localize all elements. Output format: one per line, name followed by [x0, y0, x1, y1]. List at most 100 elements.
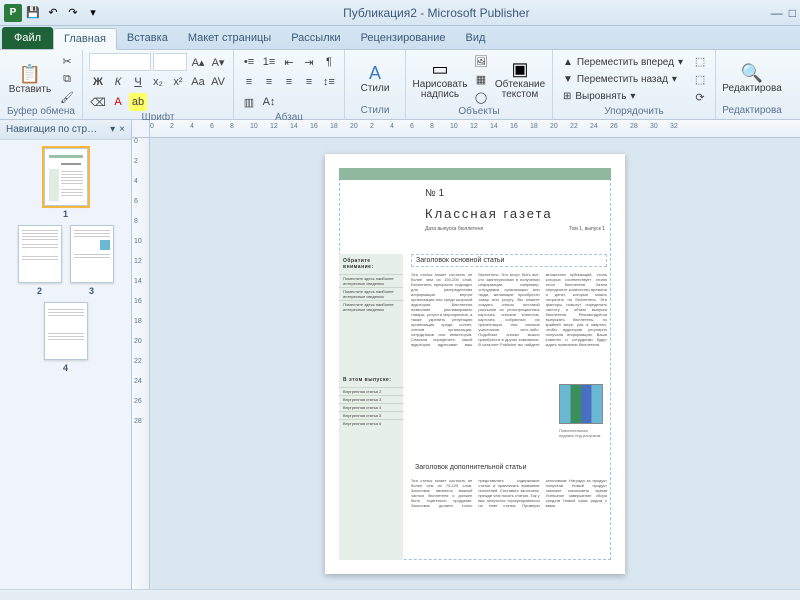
styles-button[interactable]: A Стили — [351, 53, 399, 105]
window-buttons: — □ — [771, 6, 796, 20]
clear-formatting-button[interactable]: ⌫ — [89, 93, 107, 111]
shrink-font-button[interactable]: A▾ — [209, 53, 227, 71]
increase-indent-button[interactable]: ⇥ — [300, 53, 318, 71]
line-spacing-button[interactable]: ↕≡ — [320, 73, 338, 91]
textbox-icon: ▭ — [431, 59, 448, 80]
ungroup-button[interactable]: ⬚ — [691, 70, 709, 88]
tab-view[interactable]: Вид — [456, 27, 496, 49]
tab-home[interactable]: Главная — [53, 28, 117, 50]
maximize-button[interactable]: □ — [789, 6, 796, 20]
highlight-button[interactable]: ab — [129, 93, 147, 111]
font-family-combo[interactable] — [89, 53, 151, 71]
underline-button[interactable]: Ч — [129, 73, 147, 91]
document-canvas[interactable]: № 1 Классная газета Дата выпуска бюллете… — [150, 138, 800, 589]
page-thumbnail-3[interactable] — [70, 225, 114, 283]
minimize-button[interactable]: — — [771, 6, 783, 20]
doc-subtitle-row: Дата выпуска бюллетеня Том 1, выпуск 1 — [425, 226, 605, 232]
format-painter-button[interactable]: 🖌 — [58, 88, 76, 106]
columns-button[interactable]: ▥ — [240, 93, 258, 111]
doc-image-caption[interactable]: Пояснительная подпись под рисунком — [559, 428, 603, 438]
group-objects-label: Объекты — [412, 106, 546, 118]
doc-issue-number[interactable]: № 1 — [425, 188, 444, 199]
draw-textbox-button[interactable]: ▭ Нарисовать надпись — [412, 53, 468, 105]
doc-headline-1[interactable]: Заголовок основной статьи — [411, 254, 607, 267]
ruler-corner — [132, 120, 150, 138]
char-spacing-button[interactable]: AV — [209, 73, 227, 91]
align-icon: ⊞ — [563, 91, 571, 102]
tab-review[interactable]: Рецензирование — [351, 27, 456, 49]
doc-sidebar-bullet: Поместите здесь наиболее интересные свед… — [339, 287, 403, 300]
change-case-button[interactable]: Aa — [189, 73, 207, 91]
pilcrow-button[interactable]: ¶ — [320, 53, 338, 71]
redo-icon[interactable]: ↷ — [64, 4, 82, 22]
insert-table-button[interactable]: ▦ — [472, 70, 490, 88]
doc-headline-2[interactable]: Заголовок дополнительной статьи — [411, 462, 607, 473]
nav-panel-dropdown-icon[interactable]: ▾ — [110, 124, 115, 135]
window-title: Публикация2 - Microsoft Publisher — [102, 6, 771, 20]
font-size-combo[interactable] — [153, 53, 187, 71]
align-center-button[interactable]: ≡ — [260, 73, 278, 91]
cut-button[interactable]: ✂ — [58, 52, 76, 70]
canvas-area: 0246810121416182024681012141618202224262… — [132, 120, 800, 589]
doc-body-2[interactable]: Эта статья может состоять не более чем и… — [411, 478, 607, 562]
save-icon[interactable]: 💾 — [24, 4, 42, 22]
numbering-button[interactable]: 1≡ — [260, 53, 278, 71]
vertical-ruler[interactable]: 0246810121416182022242628 — [132, 138, 150, 589]
rotate-button[interactable]: ⟳ — [691, 88, 709, 106]
doc-sidebar-head2: В этом выпуске: — [339, 373, 403, 387]
paste-button[interactable]: 📋 Вставить — [6, 53, 54, 105]
tab-mailings[interactable]: Рассылки — [281, 27, 350, 49]
doc-sidebar-bullet: Поместите здесь наиболее интересные свед… — [339, 300, 403, 313]
doc-body-1[interactable]: Эта статья может состоять не более чем и… — [411, 272, 607, 452]
align-button[interactable]: ⊞Выровнять ▾ — [559, 88, 687, 105]
group-objects-button[interactable]: ⬚ — [691, 52, 709, 70]
doc-sidebar[interactable]: Обратите внимание: Поместите здесь наибо… — [339, 254, 403, 560]
page-thumbnail-4[interactable] — [44, 302, 88, 360]
justify-button[interactable]: ≡ — [300, 73, 318, 91]
horizontal-scrollbar[interactable] — [0, 589, 800, 600]
copy-button[interactable]: ⧉ — [58, 70, 76, 88]
titlebar: P 💾 ↶ ↷ ▾ Публикация2 - Microsoft Publis… — [0, 0, 800, 26]
bold-button[interactable]: Ж — [89, 73, 107, 91]
page-thumbnail-2[interactable] — [18, 225, 62, 283]
bring-forward-button[interactable]: ▲Переместить вперед ▾ — [559, 54, 687, 71]
bullets-button[interactable]: •≡ — [240, 53, 258, 71]
insert-shape-button[interactable]: ◯ — [472, 88, 490, 106]
text-direction-button[interactable]: A↕ — [260, 93, 278, 111]
page-1[interactable]: № 1 Классная газета Дата выпуска бюллете… — [325, 154, 625, 574]
align-left-button[interactable]: ≡ — [240, 73, 258, 91]
tab-page-layout[interactable]: Макет страницы — [178, 27, 281, 49]
group-arrange-label: Упорядочить — [559, 106, 709, 118]
app-icon: P — [4, 4, 22, 22]
wrap-text-label: Обтекание текстом — [495, 80, 545, 100]
doc-toc-item: Внутренняя статья 2 — [339, 387, 403, 395]
doc-image-placeholder[interactable] — [559, 384, 603, 424]
align-right-button[interactable]: ≡ — [280, 73, 298, 91]
undo-icon[interactable]: ↶ — [44, 4, 62, 22]
group-styles-label: Стили — [351, 105, 399, 118]
file-tab[interactable]: Файл — [2, 27, 53, 49]
send-backward-button[interactable]: ▼Переместить назад ▾ — [559, 71, 687, 88]
italic-button[interactable]: К — [109, 73, 127, 91]
send-backward-label: Переместить назад — [577, 74, 668, 85]
horizontal-ruler[interactable]: 0246810121416182024681012141618202224262… — [150, 120, 800, 138]
ribbon-tabs: Файл Главная Вставка Макет страницы Расс… — [0, 26, 800, 50]
editing-button[interactable]: 🔍 Редактирова — [722, 53, 782, 105]
doc-date[interactable]: Дата выпуска бюллетеня — [425, 226, 483, 232]
superscript-button[interactable]: x² — [169, 73, 187, 91]
qat-customize-icon[interactable]: ▾ — [84, 4, 102, 22]
decrease-indent-button[interactable]: ⇤ — [280, 53, 298, 71]
nav-panel-close-icon[interactable]: × — [119, 124, 125, 135]
wrap-text-button[interactable]: ▣ Обтекание текстом — [494, 53, 546, 105]
doc-title[interactable]: Классная газета — [425, 206, 553, 221]
insert-picture-button[interactable]: 🖼 — [472, 52, 490, 70]
doc-header-band — [339, 168, 611, 180]
text-fill-button[interactable]: A — [109, 93, 127, 111]
doc-volume[interactable]: Том 1, выпуск 1 — [569, 226, 605, 232]
styles-label: Стили — [361, 84, 390, 94]
page-thumbnail-1[interactable] — [44, 148, 88, 206]
tab-insert[interactable]: Вставка — [117, 27, 178, 49]
subscript-button[interactable]: x₂ — [149, 73, 167, 91]
grow-font-button[interactable]: A▴ — [189, 53, 207, 71]
page-thumbnail-1-label: 1 — [63, 209, 68, 219]
